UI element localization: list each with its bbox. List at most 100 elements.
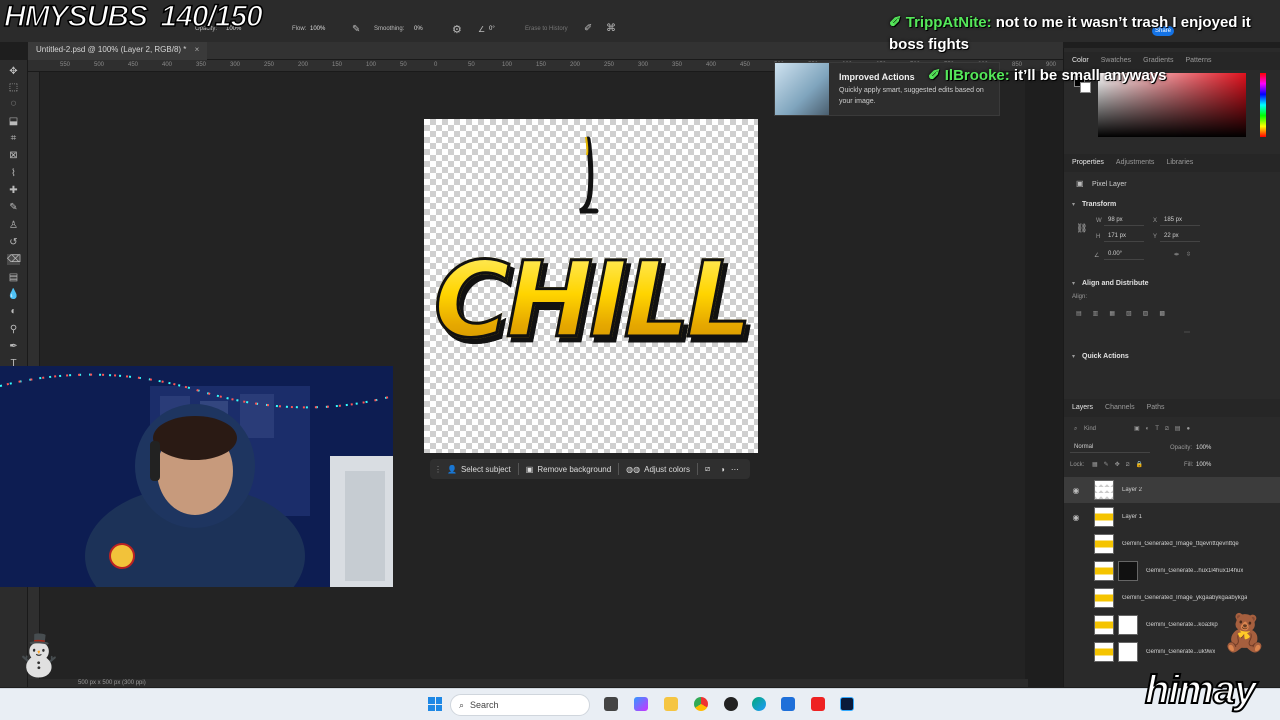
- tab-gradients[interactable]: Gradients: [1143, 57, 1173, 65]
- taskbar-search[interactable]: ⌕ Search: [450, 694, 590, 716]
- dodge-tool-icon[interactable]: ◐: [7, 306, 20, 317]
- dodge-tool-icon-2[interactable]: ⚲: [7, 324, 20, 335]
- gear-icon[interactable]: ⚙: [452, 23, 462, 36]
- tab-layers[interactable]: Layers: [1072, 404, 1093, 412]
- brand-logo-text: himay: [1144, 667, 1258, 713]
- blend-mode-select[interactable]: Normal: [1070, 443, 1150, 453]
- eye-icon[interactable]: ◉: [1070, 513, 1082, 522]
- edge-icon[interactable]: [752, 697, 766, 711]
- gradient-tool-icon[interactable]: ▤: [7, 272, 20, 283]
- layer-row[interactable]: Gemini_Generated_Image_ykgaabykgaabykga: [1064, 585, 1280, 611]
- file-explorer-icon[interactable]: [664, 697, 678, 711]
- ruler-tick-label: 450: [128, 62, 139, 68]
- image-icon: ▣: [525, 464, 534, 474]
- chevron-down-icon-3[interactable]: ▾: [1072, 353, 1075, 360]
- document-tab[interactable]: Untitled-2.psd @ 100% (Layer 2, RGB/8) *…: [28, 42, 208, 60]
- eyedropper-tool-icon[interactable]: ⌇: [7, 168, 20, 179]
- document-canvas[interactable]: CHILL: [424, 119, 758, 453]
- layer-filter-icons[interactable]: ▣◐T⧄▤●: [1134, 425, 1196, 433]
- webcam-image: [0, 366, 393, 587]
- ruler-tick-label: 100: [366, 62, 377, 68]
- frame-tool-icon[interactable]: ⊠: [7, 150, 20, 161]
- tab-paths[interactable]: Paths: [1147, 404, 1165, 412]
- link-icon[interactable]: ⛓: [1076, 223, 1087, 234]
- marquee-tool-icon[interactable]: ⬚: [7, 82, 20, 93]
- select-subject-button[interactable]: 👤 Select subject: [440, 465, 518, 474]
- lock-icons[interactable]: ▦✎✥⧄🔒: [1092, 461, 1149, 469]
- tab-libraries[interactable]: Libraries: [1166, 159, 1193, 167]
- eraser-tool-icon[interactable]: ⌫: [7, 254, 21, 265]
- layer-name: Gemini_Generate...uk9wx: [1146, 649, 1216, 655]
- search-icon: ⌕: [1074, 426, 1078, 432]
- filter-kind-select[interactable]: Kind: [1084, 426, 1096, 432]
- flip-horizontal-icon[interactable]: ⇹: [1174, 251, 1179, 258]
- layer-row[interactable]: Gemini_Generated_Image_ttqevnttqevnttqe: [1064, 531, 1280, 557]
- hue-slider[interactable]: [1260, 73, 1266, 137]
- app-icon[interactable]: [724, 697, 738, 711]
- more-icon[interactable]: ⋯: [1184, 329, 1190, 336]
- layer-mask-thumbnail[interactable]: [1118, 642, 1138, 662]
- layer-mask-thumbnail[interactable]: [1118, 615, 1138, 635]
- rotation-field[interactable]: 0.00°: [1104, 250, 1144, 260]
- fill-value[interactable]: 100%: [1196, 462, 1211, 468]
- subs-label: HMYSUBS: [3, 0, 149, 34]
- symmetry-icon[interactable]: ⌘: [606, 23, 616, 34]
- height-field[interactable]: 171 px: [1104, 232, 1144, 242]
- object-select-tool-icon[interactable]: ⬓: [7, 116, 20, 127]
- brush-tool-icon[interactable]: ✎: [7, 202, 20, 213]
- chrome-icon[interactable]: [694, 697, 708, 711]
- history-brush-tool-icon[interactable]: ↺: [7, 237, 20, 248]
- sword-icon: ✐: [928, 67, 941, 84]
- layer-opacity-value[interactable]: 100%: [1196, 445, 1211, 451]
- pen-tool-icon[interactable]: ✒: [7, 341, 20, 352]
- ruler-tick-label: 150: [536, 62, 547, 68]
- angle-value[interactable]: 0°: [489, 26, 495, 32]
- tab-patterns[interactable]: Patterns: [1185, 57, 1211, 65]
- windows-start-icon[interactable]: [428, 697, 442, 711]
- eye-icon[interactable]: ◉: [1070, 486, 1082, 495]
- photoshop-icon[interactable]: [840, 697, 854, 711]
- copilot-icon[interactable]: [634, 697, 648, 711]
- store-icon[interactable]: [781, 697, 795, 711]
- youtube-icon[interactable]: [811, 697, 825, 711]
- quick-actions-title: Quick Actions: [1082, 353, 1129, 360]
- layer-row[interactable]: Gemini_Generate...hux1l4hux1l4hux: [1064, 558, 1280, 584]
- x-field[interactable]: 185 px: [1160, 216, 1200, 226]
- tab-color[interactable]: Color: [1072, 57, 1089, 65]
- tab-properties[interactable]: Properties: [1072, 159, 1104, 167]
- transform-button[interactable]: ⧄: [698, 464, 717, 474]
- remove-background-button[interactable]: ▣ Remove background: [519, 465, 618, 474]
- flow-value[interactable]: 100%: [310, 26, 325, 32]
- stamp-tool-icon[interactable]: ♙: [7, 220, 20, 231]
- close-icon[interactable]: ×: [195, 45, 200, 54]
- tab-swatches[interactable]: Swatches: [1101, 57, 1131, 65]
- chat-message-2: ✐ IlBrooke: it’ll be small anyways: [928, 66, 1167, 84]
- healing-tool-icon[interactable]: ✚: [7, 185, 20, 196]
- airbrush-icon[interactable]: ✎: [352, 24, 360, 35]
- layer-row[interactable]: ◉ Layer 2: [1064, 477, 1280, 503]
- crop-tool-icon[interactable]: ⌗: [7, 133, 20, 144]
- ruler-tick-label: 150: [332, 62, 343, 68]
- chat-text-2: it’ll be small anyways: [1009, 67, 1167, 84]
- more-options-button[interactable]: ⋯: [728, 465, 742, 474]
- tab-adjustments[interactable]: Adjustments: [1116, 159, 1155, 167]
- adjust-colors-button[interactable]: ◍◍ Adjust colors: [619, 465, 697, 474]
- blur-tool-icon[interactable]: 💧: [7, 289, 20, 300]
- move-tool-icon[interactable]: ✥: [7, 66, 20, 77]
- smoothing-value[interactable]: 0%: [414, 26, 423, 32]
- width-field[interactable]: 98 px: [1104, 216, 1144, 226]
- pressure-icon[interactable]: ✐: [584, 23, 592, 34]
- layer-mask-thumbnail[interactable]: [1118, 561, 1138, 581]
- tab-channels[interactable]: Channels: [1105, 404, 1135, 412]
- chevron-down-icon-2[interactable]: ▾: [1072, 280, 1075, 287]
- lasso-tool-icon[interactable]: ◌: [7, 98, 20, 109]
- y-field[interactable]: 22 px: [1160, 232, 1200, 242]
- layer-row[interactable]: ◉ Layer 1: [1064, 504, 1280, 530]
- chevron-down-icon[interactable]: ▾: [1072, 201, 1075, 208]
- align-buttons-icons[interactable]: ▤▥▦▧▨▩: [1076, 310, 1176, 317]
- mask-button[interactable]: ◑: [717, 465, 728, 474]
- task-view-icon[interactable]: [604, 697, 618, 711]
- ruler-tick-label: 0: [434, 62, 438, 68]
- erase-to-history-checkbox[interactable]: Erase to History: [525, 26, 568, 32]
- flip-vertical-icon[interactable]: ⇳: [1186, 251, 1191, 258]
